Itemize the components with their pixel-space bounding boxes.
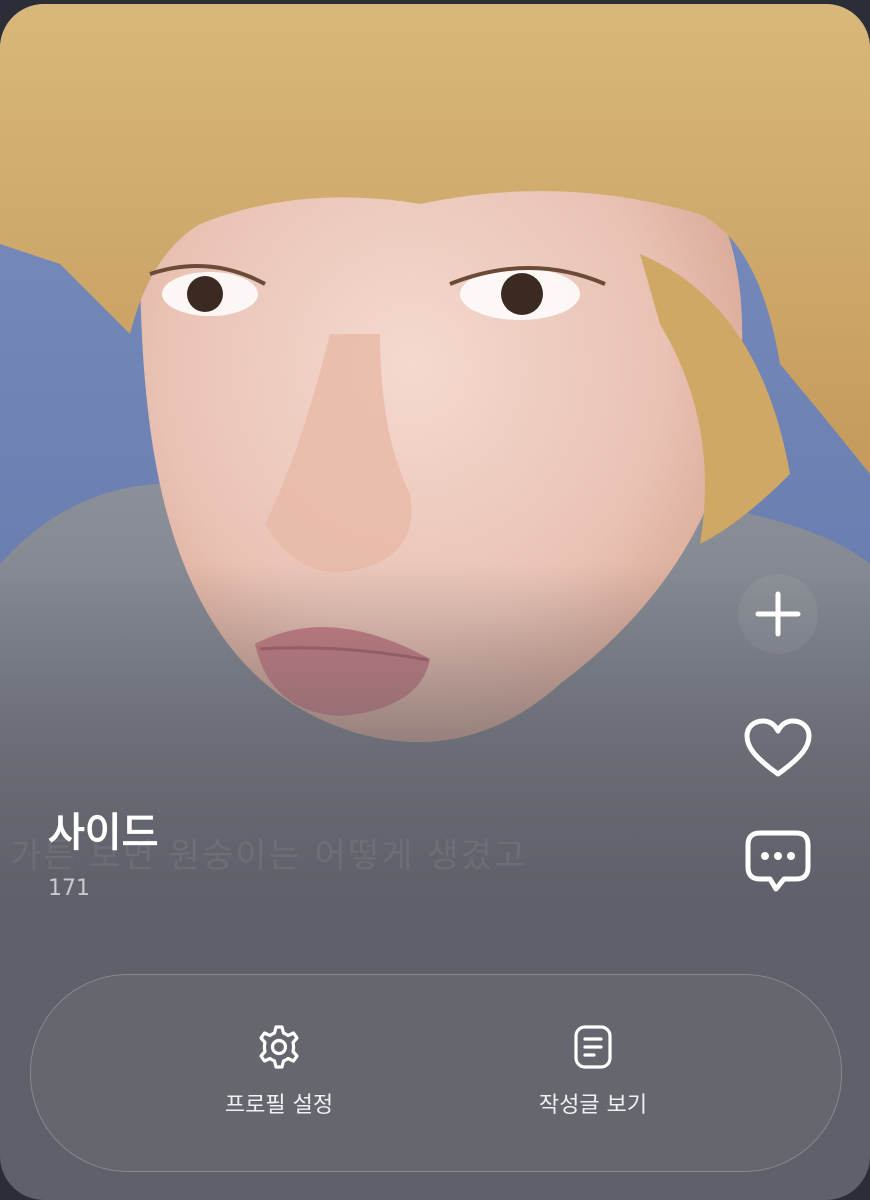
add-button[interactable] [738, 574, 818, 654]
document-icon [569, 1023, 617, 1071]
profile-actions-panel: 프로필 설정 작성글 보기 [30, 974, 842, 1172]
comment-button[interactable] [738, 822, 818, 902]
profile-settings-label: 프로필 설정 [224, 1093, 334, 1118]
gear-icon [255, 1023, 303, 1071]
view-posts-label: 작성글 보기 [538, 1093, 648, 1118]
profile-settings-button[interactable]: 프로필 설정 [159, 975, 399, 1171]
profile-name: 사이드 [48, 810, 159, 856]
view-posts-button[interactable]: 작성글 보기 [473, 975, 713, 1171]
like-button[interactable] [738, 709, 818, 789]
chat-bubble-icon [745, 830, 811, 892]
profile-card: 가튼 보면 원숭이는 어떻게 생겼고 사이드 171 프로필 설정 작성글 보기 [0, 4, 870, 1200]
plus-icon [755, 591, 801, 637]
heart-icon [744, 718, 812, 777]
profile-count: 171 [48, 876, 90, 901]
